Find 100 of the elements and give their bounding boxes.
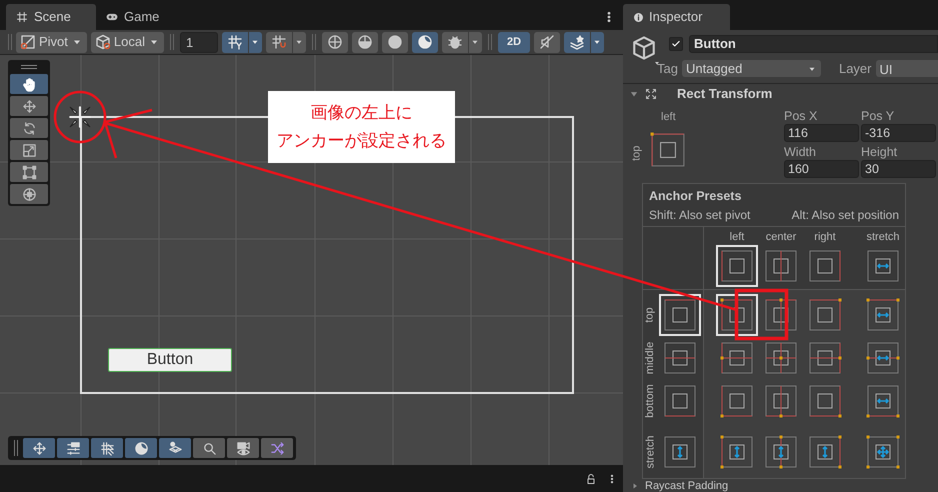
overlay-tool-button[interactable]: [23, 438, 55, 458]
tool-button[interactable]: [10, 184, 48, 204]
dropdown-caret-button[interactable]: [248, 32, 262, 52]
dropdown-button[interactable]: Pivot: [16, 32, 87, 52]
anchor-preset-button[interactable]: [716, 245, 758, 288]
bug-icon: [446, 34, 463, 50]
overlay-tool-button[interactable]: [261, 438, 293, 458]
anchor-preset-icon: [764, 298, 798, 332]
rotate-arrows-icon: [22, 120, 36, 136]
anchor-preset-icon: [764, 384, 798, 418]
speaker-slash-icon: [538, 34, 555, 50]
row-label: bottom: [644, 384, 656, 418]
tool-button[interactable]: [10, 118, 48, 138]
layer-dropdown[interactable]: UI: [876, 60, 938, 78]
ui-button[interactable]: Button: [108, 348, 232, 372]
tool-button[interactable]: [10, 96, 48, 116]
grid-icon: [226, 34, 243, 50]
gamepad-icon: [106, 11, 118, 23]
tool-button[interactable]: [10, 74, 48, 94]
dot-layers-icon: [168, 440, 182, 456]
tag-label: Tag: [657, 60, 678, 78]
field-label: Height: [861, 144, 898, 160]
anchor-preset-icon: [808, 434, 842, 469]
anchor-preset-icon: [663, 298, 697, 332]
callout-text: アンカーが設定される: [276, 130, 446, 152]
anchor-preset-button[interactable]: [716, 294, 758, 336]
anchor-preset-icon: [764, 341, 798, 376]
tool-button[interactable]: [10, 162, 48, 182]
field-label: Pos X: [784, 108, 818, 124]
dropdown-caret-button[interactable]: [292, 32, 306, 52]
anchor-button[interactable]: [650, 132, 686, 168]
number-field[interactable]: 1: [180, 32, 218, 52]
anchor-preset-icon: [866, 298, 900, 332]
toggle-button[interactable]: [222, 32, 248, 52]
scene-tab[interactable]: Scene: [6, 4, 96, 30]
cube-icon: [94, 34, 111, 50]
toggle-button[interactable]: [382, 32, 408, 52]
square-dot-icon: [20, 34, 36, 50]
info-icon: [633, 12, 644, 22]
stacked-layers-icon: [568, 34, 585, 50]
overlay-tool-button[interactable]: [159, 438, 191, 458]
column-label: center: [766, 230, 796, 244]
anchor-preset-icon: [808, 341, 842, 376]
crescent-icon: [416, 34, 433, 50]
inspector-tab[interactable]: Inspector: [623, 4, 730, 30]
overlay-tool-button[interactable]: [57, 438, 89, 458]
anchor-cross-icon: [67, 104, 93, 130]
anchor-preset-icon: [808, 249, 842, 284]
number-field[interactable]: -316: [861, 124, 936, 142]
anchor-preset-icon: [764, 249, 798, 284]
scene-tab[interactable]: Game: [96, 4, 170, 30]
tool-button[interactable]: [10, 140, 48, 160]
anchor-preset-icon: [866, 341, 900, 376]
globe-icon: [326, 34, 343, 50]
toggle-button[interactable]: [322, 32, 348, 52]
sphere-icon: [386, 34, 403, 50]
checkmark-icon: [671, 39, 681, 49]
column-label: left: [730, 230, 744, 244]
toggle-button[interactable]: [564, 32, 590, 52]
anchor-preset-icon: [663, 434, 697, 469]
dropdown-caret-button[interactable]: [468, 32, 482, 52]
anchor-preset-icon: [866, 384, 900, 418]
overlay-tool-button[interactable]: [125, 438, 157, 458]
toggle-button[interactable]: [442, 32, 468, 52]
toggle-button[interactable]: 2D: [498, 32, 530, 52]
tag-dropdown[interactable]: Untagged: [682, 60, 821, 78]
anchor-preset-button[interactable]: [659, 294, 701, 336]
transform-icon: [22, 186, 36, 202]
name-field[interactable]: Button: [689, 35, 938, 53]
anchor-preset-icon: [650, 132, 686, 168]
overlay-tool-button[interactable]: [227, 438, 259, 458]
hash-icon: [16, 11, 28, 23]
cube-icon: [631, 35, 657, 61]
half-globe-icon: [356, 34, 373, 50]
sliders-icon: [66, 440, 80, 456]
toggle-button[interactable]: [352, 32, 378, 52]
number-field[interactable]: 30: [861, 160, 936, 178]
anchor-preset-icon: [663, 341, 697, 376]
toggle-button[interactable]: [534, 32, 560, 52]
annotation-circle: [54, 90, 106, 144]
checkbox[interactable]: [669, 37, 683, 51]
overlay-tool-button[interactable]: [193, 438, 225, 458]
toggle-button[interactable]: [412, 32, 438, 52]
row-label: stretch: [644, 435, 656, 468]
anchor-preset-icon: [720, 341, 754, 376]
hint-text: Alt: Also set position: [792, 206, 899, 224]
lock-button[interactable]: [585, 472, 597, 486]
shuffle-icon: [270, 440, 284, 456]
section-title: Raycast Padding: [645, 480, 728, 492]
dropdown-button[interactable]: Local: [90, 32, 164, 52]
number-field[interactable]: 160: [784, 160, 859, 178]
anchor-preset-icon: [720, 298, 754, 332]
number-field[interactable]: 116: [784, 124, 859, 142]
annotation-highlight: [734, 288, 788, 340]
dropdown-caret-button[interactable]: [590, 32, 604, 52]
overlay-tool-button[interactable]: [91, 438, 123, 458]
four-arrows-icon: [22, 98, 36, 114]
column-label: right: [814, 230, 836, 244]
toggle-button[interactable]: [266, 32, 292, 52]
lock-icon: [585, 472, 597, 486]
